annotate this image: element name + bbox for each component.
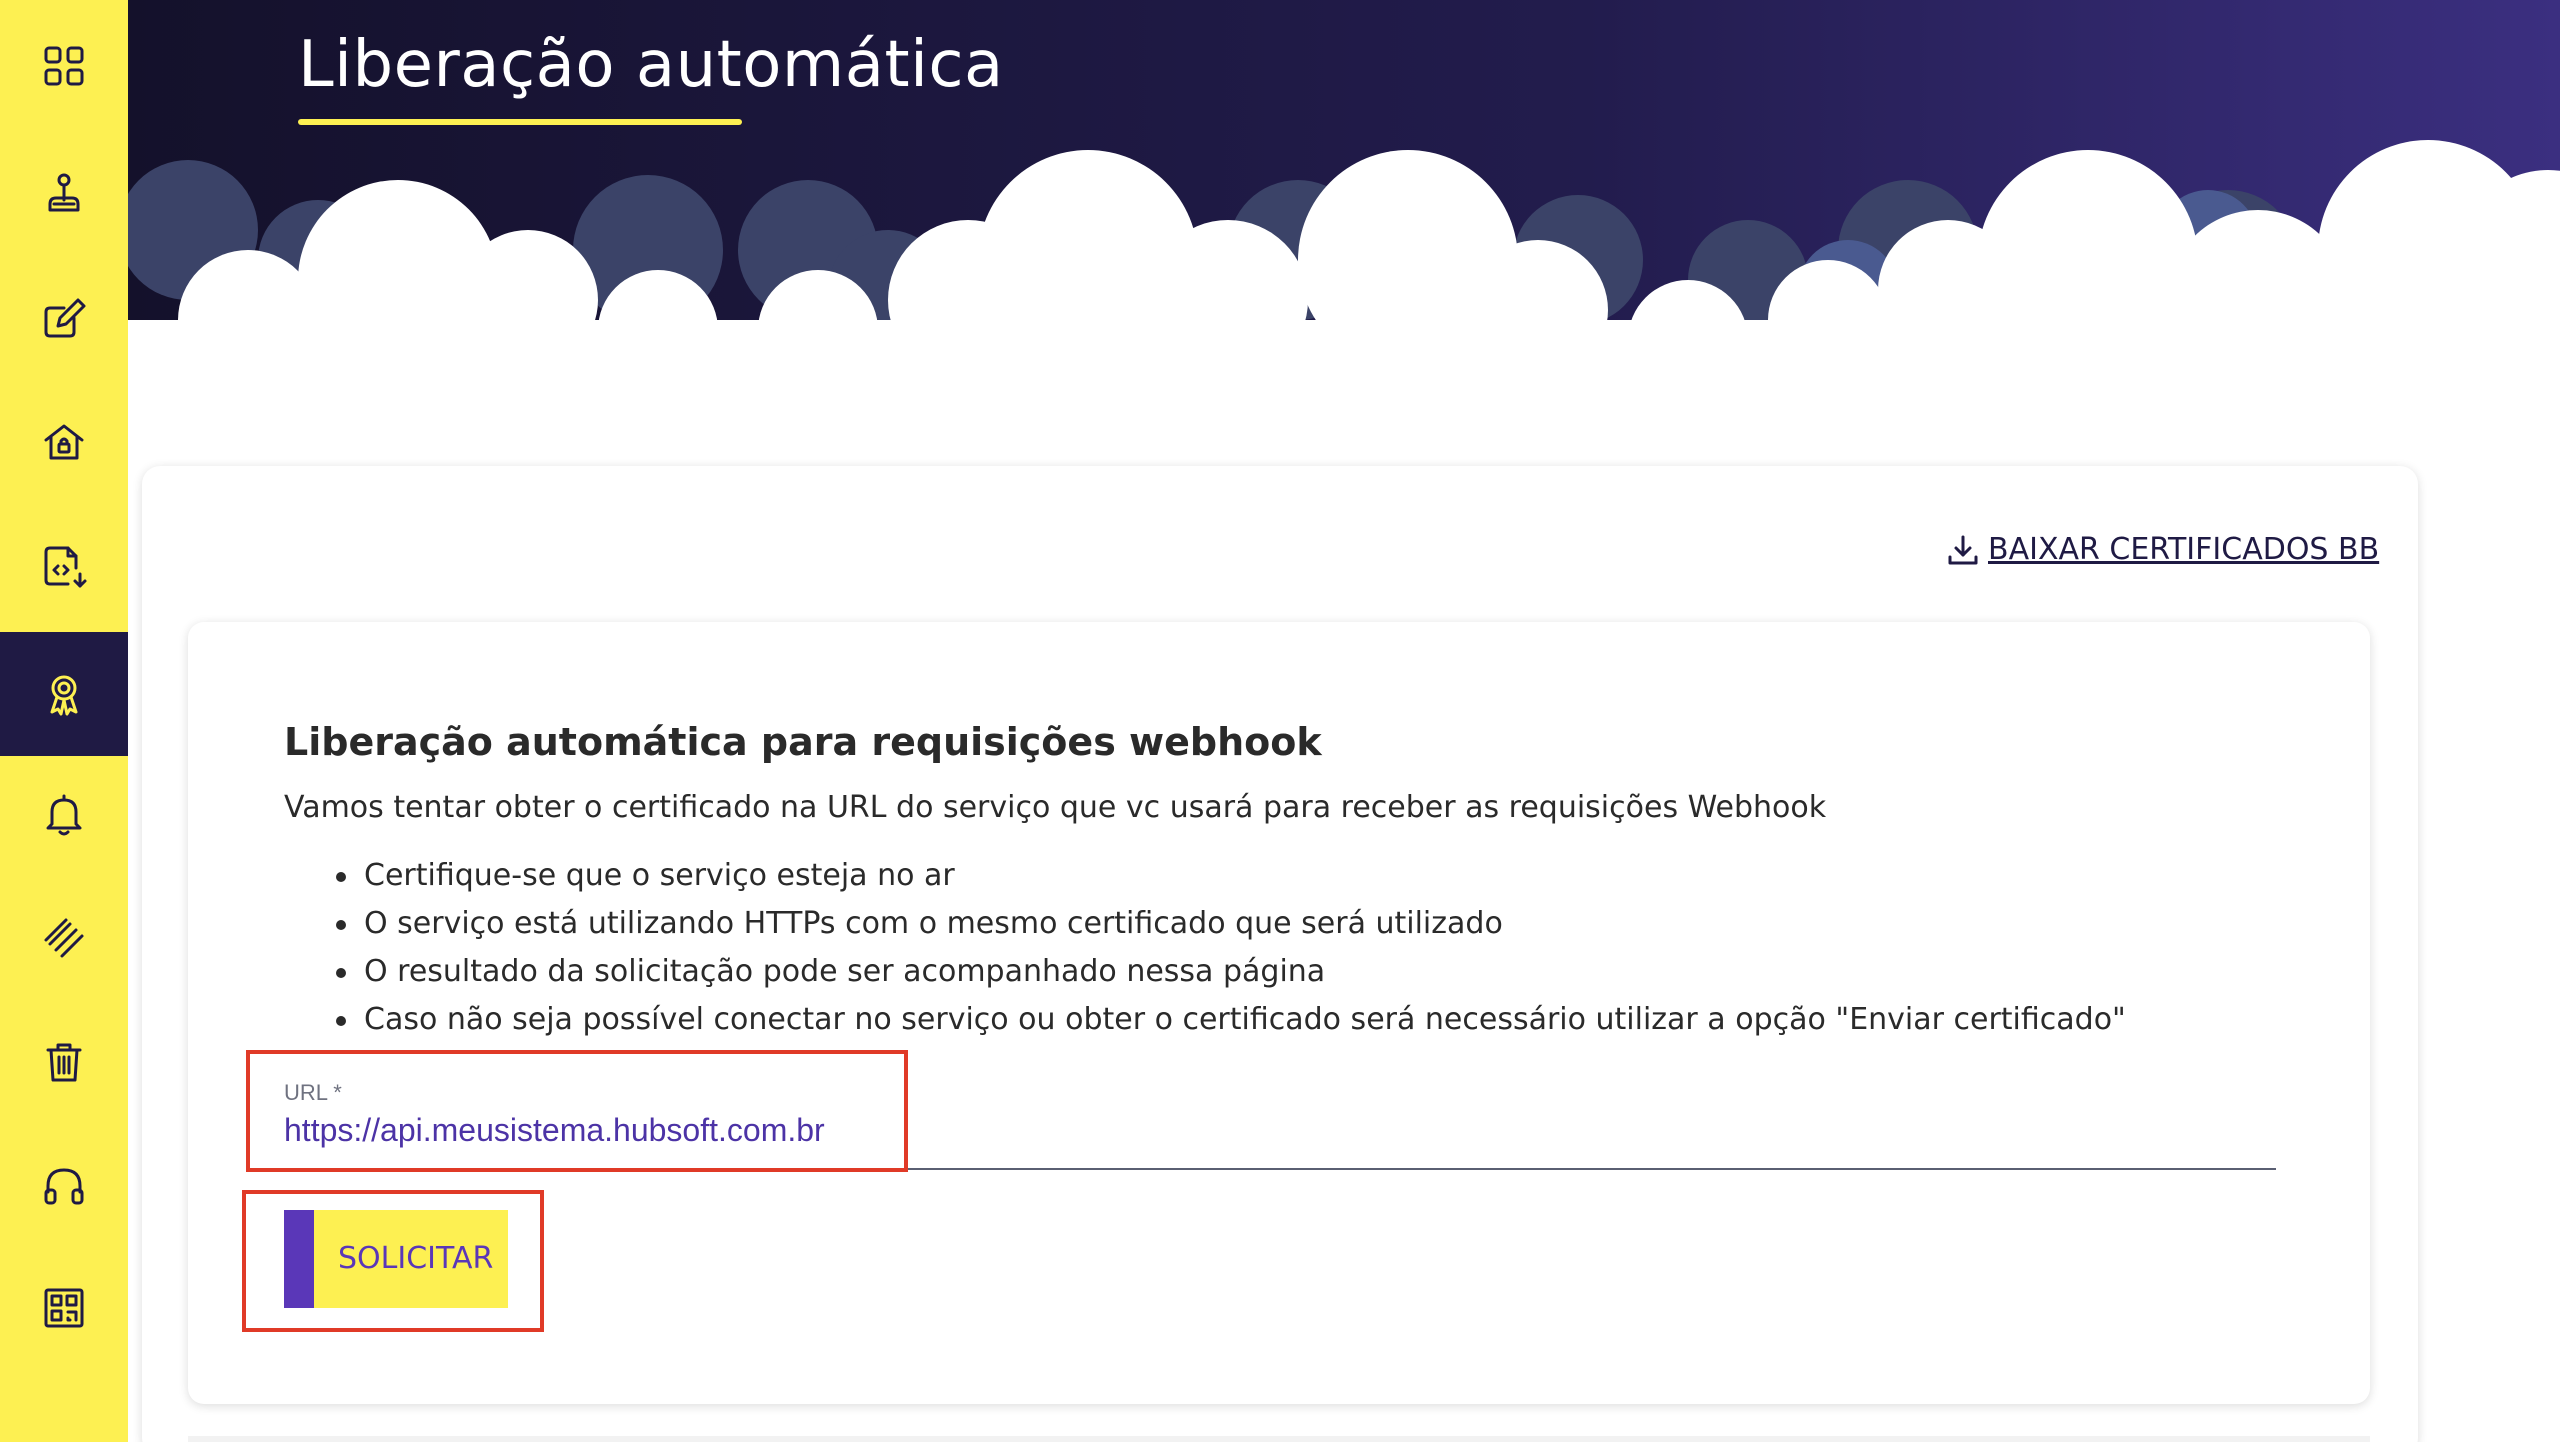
sidebar-item-support[interactable] xyxy=(0,1124,128,1248)
qr-code-icon xyxy=(44,1288,84,1328)
next-card-edge xyxy=(188,1436,2370,1442)
sidebar-item-home[interactable] xyxy=(0,380,128,504)
page-title: Liberação automática xyxy=(298,28,1004,102)
sidebar xyxy=(0,0,128,1442)
button-highlight-annotation xyxy=(242,1190,544,1332)
sidebar-item-integrations[interactable] xyxy=(0,876,128,1000)
grid-icon xyxy=(44,46,84,86)
list-item: O resultado da solicitação pode ser acom… xyxy=(336,948,2126,996)
page-header: Liberação automática xyxy=(128,0,2560,420)
form-description: Vamos tentar obter o certificado na URL … xyxy=(284,790,1827,825)
title-underline xyxy=(298,119,742,125)
download-certificates-label: BAIXAR CERTIFICADOS BB xyxy=(1988,532,2380,567)
sidebar-item-dashboard[interactable] xyxy=(0,4,128,128)
home-lock-icon xyxy=(44,424,84,460)
code-file-icon xyxy=(44,546,87,588)
url-highlight-annotation xyxy=(246,1050,908,1172)
list-item: O serviço está utilizando HTTPs com o me… xyxy=(336,900,2126,948)
trash-icon xyxy=(46,1043,82,1082)
certificate-icon xyxy=(50,675,78,716)
headset-icon xyxy=(44,1168,84,1205)
sidebar-item-notifications[interactable] xyxy=(0,752,128,876)
link-icon xyxy=(44,918,84,958)
list-item: Caso não seja possível conectar no servi… xyxy=(336,996,2126,1044)
instructions-list: Certifique-se que o serviço esteja no ar… xyxy=(336,852,2126,1044)
joystick-icon xyxy=(48,173,80,212)
bell-icon xyxy=(46,794,82,836)
edit-icon xyxy=(44,298,86,338)
download-icon xyxy=(1948,535,1978,564)
list-item: Certifique-se que o serviço esteja no ar xyxy=(336,852,2126,900)
sidebar-item-code[interactable] xyxy=(0,504,128,628)
form-title: Liberação automática para requisições we… xyxy=(284,720,1322,764)
sidebar-item-controls[interactable] xyxy=(0,132,128,256)
sidebar-item-certificates[interactable] xyxy=(0,632,128,756)
sidebar-item-qr[interactable] xyxy=(0,1246,128,1370)
download-certificates-link[interactable]: BAIXAR CERTIFICADOS BB xyxy=(1946,532,2379,567)
sidebar-item-trash[interactable] xyxy=(0,1000,128,1124)
sidebar-item-edit[interactable] xyxy=(0,256,128,380)
